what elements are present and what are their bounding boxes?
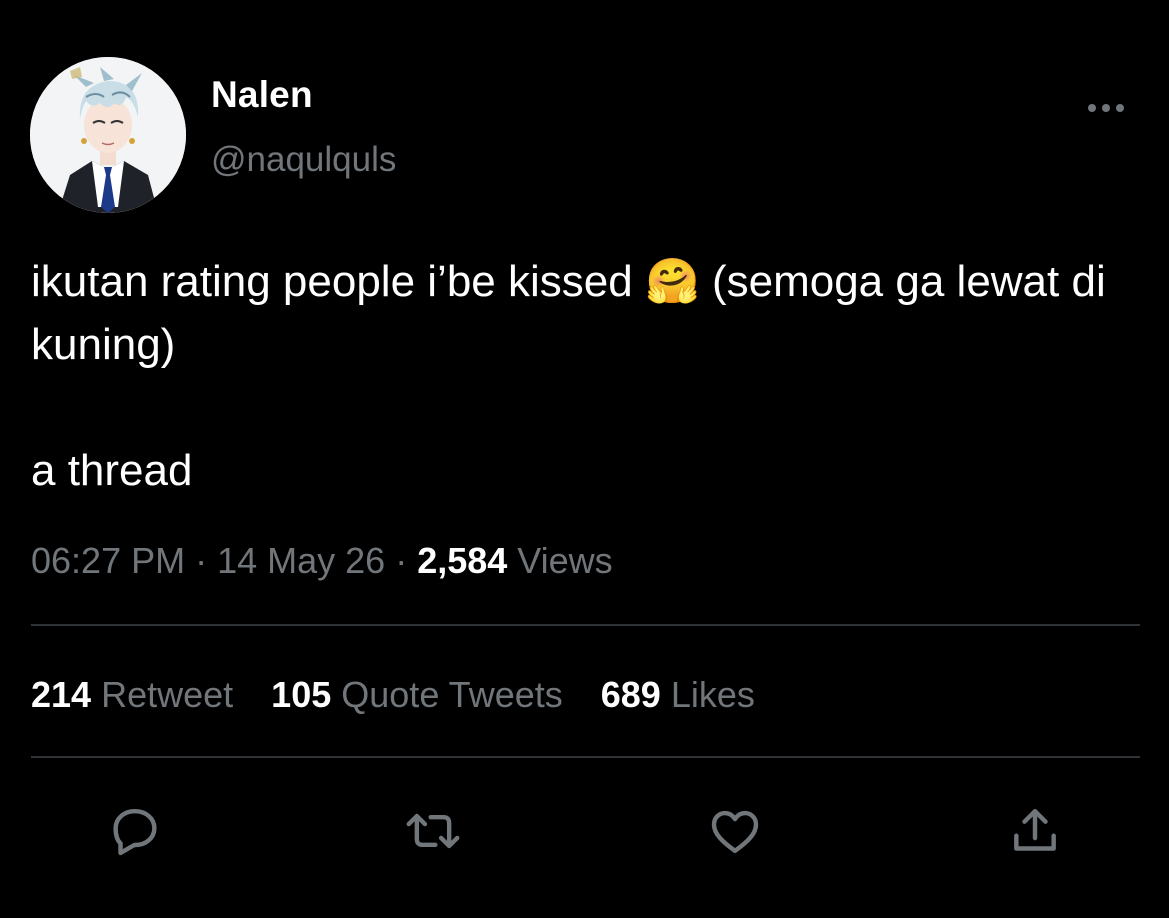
heart-icon [711, 810, 759, 854]
display-name[interactable]: Nalen [211, 74, 313, 116]
tweet-meta: 06:27 PM · 14 May 26 · 2,584 Views [31, 540, 613, 582]
share-button[interactable] [1004, 800, 1066, 862]
tweet-time[interactable]: 06:27 PM [31, 540, 185, 581]
reply-icon [113, 808, 157, 856]
meta-separator: · [385, 540, 418, 581]
user-handle[interactable]: @naqulquls [211, 140, 396, 180]
tweet-date[interactable]: 14 May 26 [217, 540, 385, 581]
quotes-label: Quote Tweets [341, 674, 563, 715]
likes-count: 689 [600, 674, 661, 715]
views-label: Views [507, 540, 613, 581]
reply-button[interactable] [104, 800, 166, 862]
engagement-stats: 214 Retweet 105 Quote Tweets 689 Likes [31, 674, 755, 716]
hugging-face-emoji: 🤗 [644, 257, 700, 306]
tweet-text-line1: ikutan rating people i’be kissed [31, 257, 645, 306]
quotes-stat[interactable]: 105 Quote Tweets [271, 674, 563, 716]
views-count: 2,584 [417, 540, 508, 581]
divider [31, 756, 1140, 758]
likes-stat[interactable]: 689 Likes [601, 674, 755, 716]
quotes-count: 105 [271, 674, 332, 715]
retweet-icon [406, 813, 460, 849]
anime-avatar-icon [30, 57, 186, 213]
retweets-count: 214 [31, 674, 92, 715]
tweet-text-paragraph: ikutan rating people i’be kissed 🤗 (semo… [31, 250, 1156, 376]
divider [31, 624, 1140, 626]
more-options-button[interactable] [1082, 94, 1130, 122]
retweets-label: Retweet [101, 674, 234, 715]
avatar[interactable] [30, 57, 186, 213]
share-icon [1014, 808, 1056, 851]
tweet-detail: Nalen @naqulquls ikutan rating people i’… [0, 0, 1169, 918]
likes-label: Likes [670, 674, 755, 715]
retweet-button[interactable] [402, 800, 464, 862]
meta-separator: · [185, 540, 218, 581]
tweet-text: ikutan rating people i’be kissed 🤗 (semo… [31, 250, 1156, 502]
more-icon [1088, 104, 1124, 112]
retweets-stat[interactable]: 214 Retweet [31, 674, 233, 716]
tweet-text-line2: a thread [31, 446, 193, 495]
like-button[interactable] [704, 800, 766, 862]
